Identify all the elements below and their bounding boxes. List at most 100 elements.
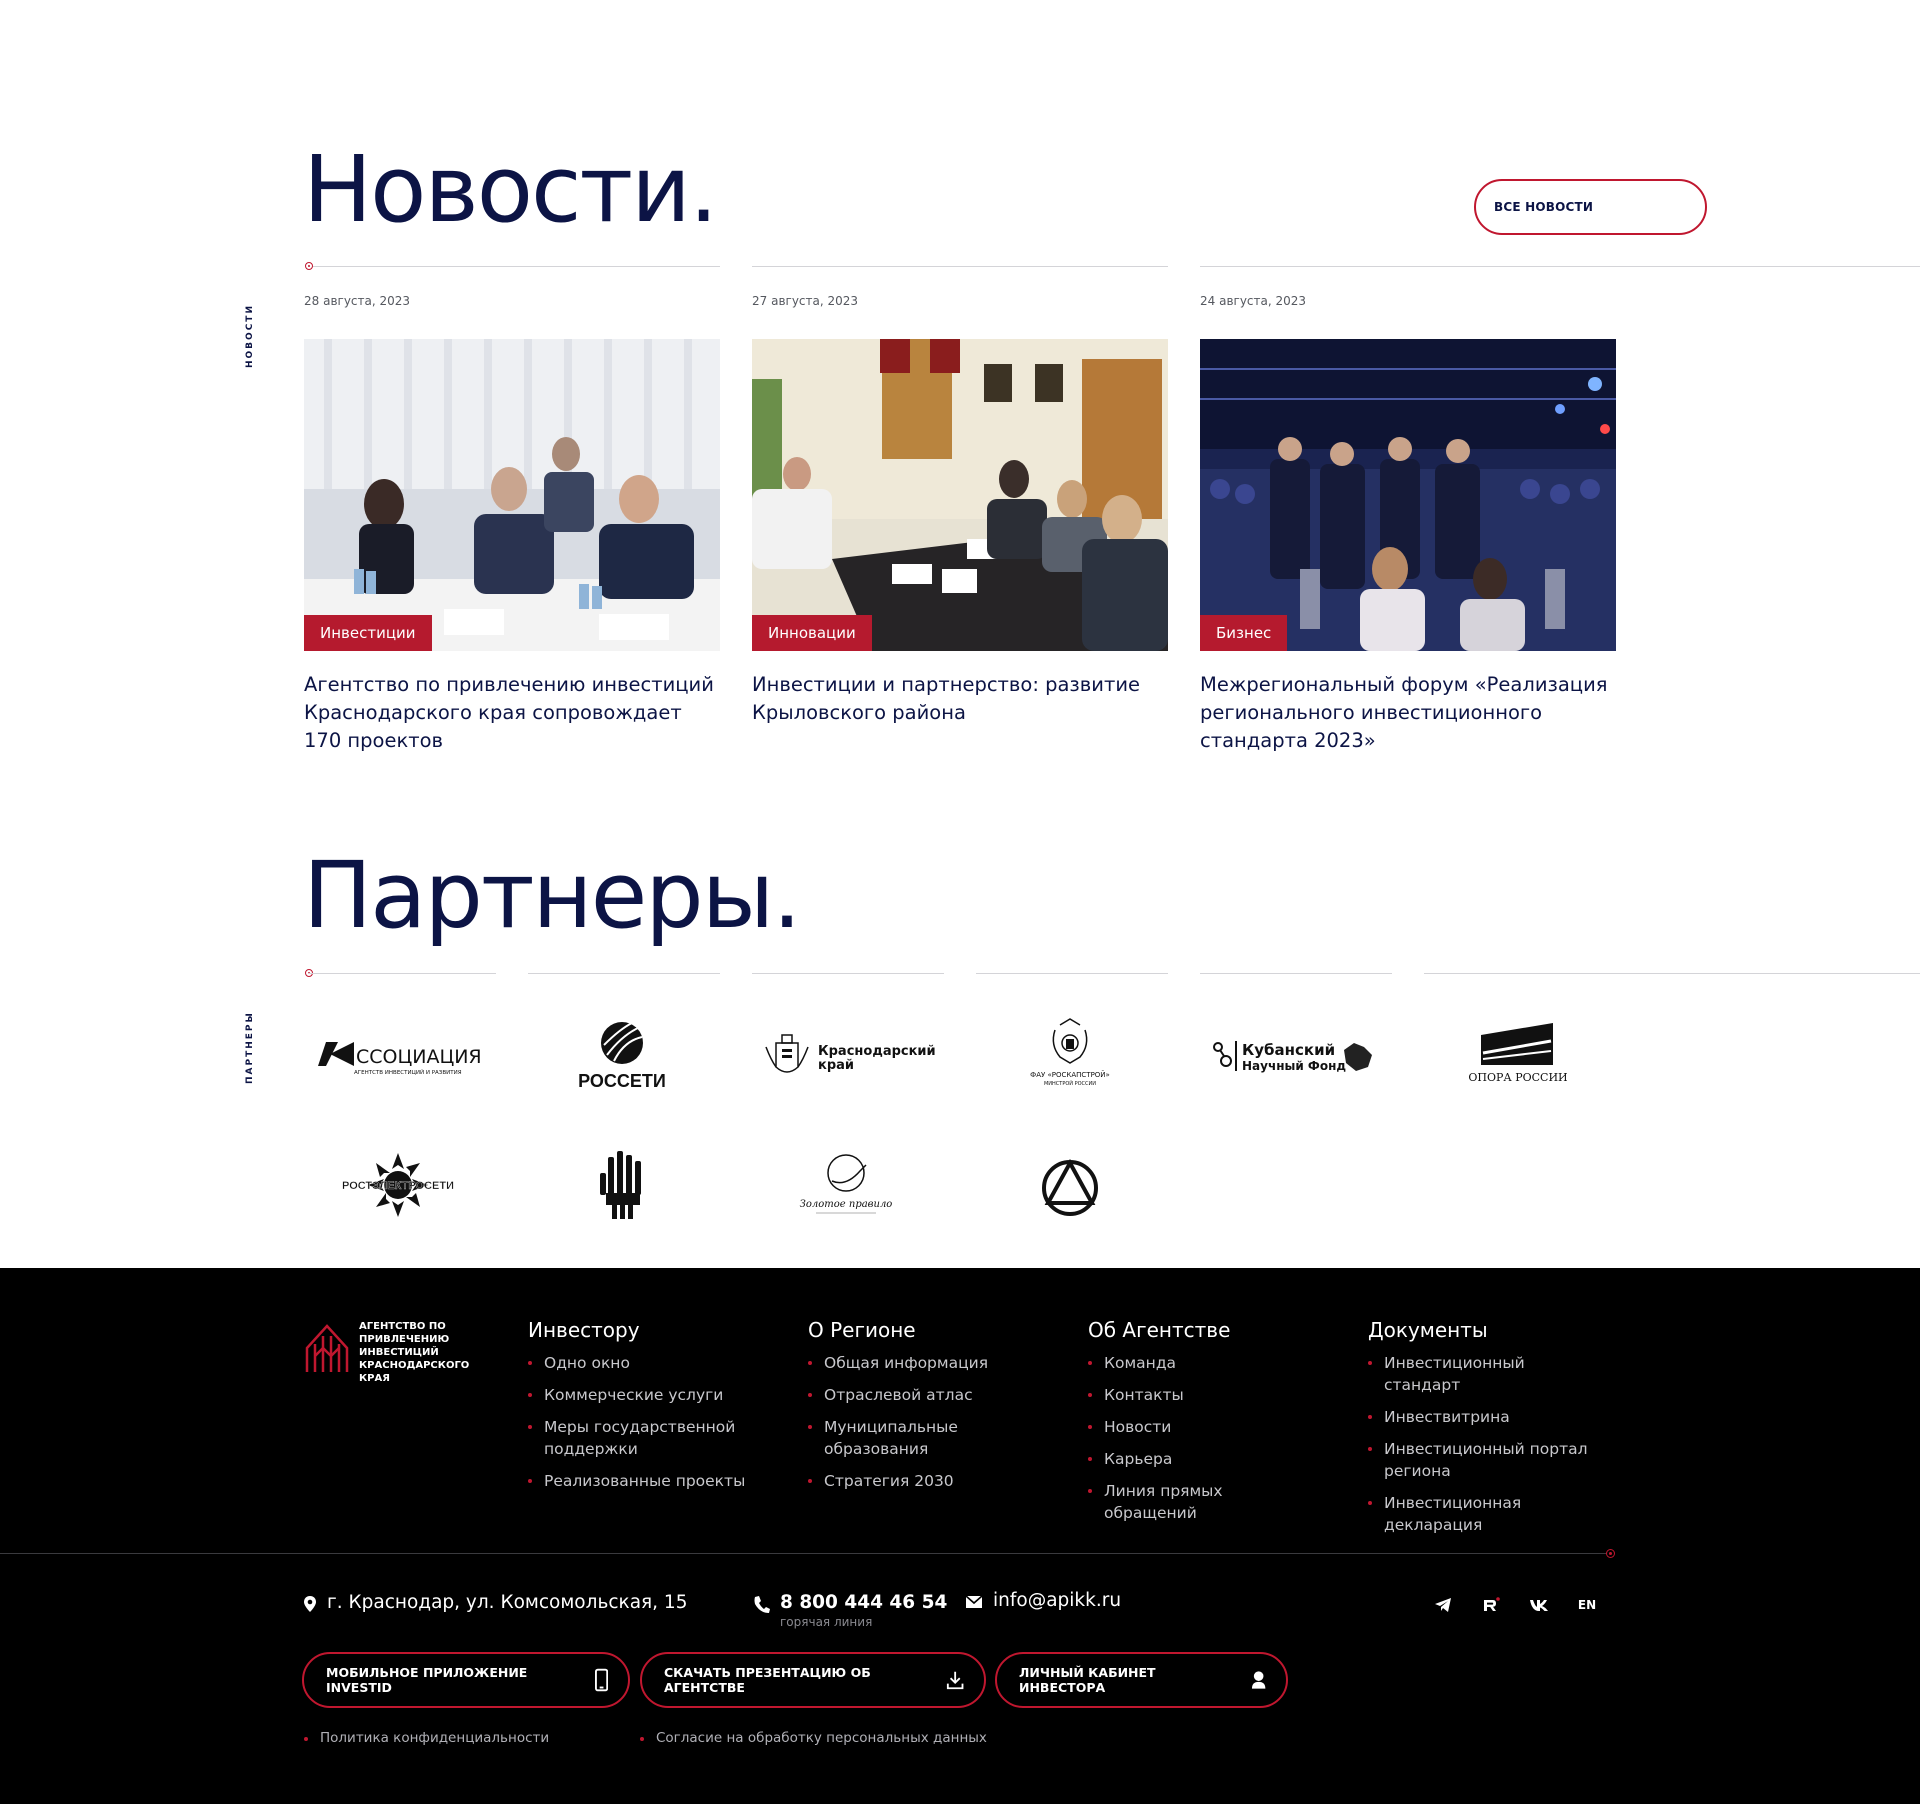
office-photo (752, 339, 1168, 651)
footer-link[interactable]: Общая информация (808, 1352, 1038, 1374)
kuban-science-fund-logo: Кубанский Научный Фонд (1213, 1041, 1372, 1073)
footer-link[interactable]: Меры государственной поддержки (528, 1416, 758, 1460)
all-news-button[interactable]: ВСЕ НОВОСТИ (1474, 179, 1707, 235)
rostelecom-seti-logo: РОСТЭЛЕКТРОСЕТИ (342, 1153, 454, 1217)
footer-link[interactable]: Команда (1088, 1352, 1318, 1374)
news-category-tag[interactable]: Бизнес (1200, 615, 1288, 651)
social-links: EN (1432, 1594, 1598, 1616)
rosseti-logo-text: РОССЕТИ (578, 1071, 666, 1091)
telegram-icon[interactable] (1432, 1594, 1454, 1616)
address-text: г. Краснодар, ул. Комсомольская, 15 (327, 1592, 688, 1613)
news-headline[interactable]: Агентство по привлечению инвестиций Крас… (304, 671, 720, 755)
partner-kuban-science-fund[interactable]: Кубанский Научный Фонд (1199, 1010, 1389, 1100)
golden-rule-logo-text: Золотое правило (800, 1199, 893, 1210)
phone-number[interactable]: 8 800 444 46 54 (780, 1592, 947, 1613)
news-card[interactable]: 27 августа, 2023 Инновации Инвестиции и … (752, 290, 1168, 727)
news-divider-1 (308, 266, 720, 267)
news-card[interactable]: 28 августа, 2023 Инвестиции Агентство по… (304, 290, 720, 755)
footer-column-title: Документы (1368, 1318, 1488, 1342)
news-headline[interactable]: Межрегиональный форум «Реализация регион… (1200, 671, 1616, 755)
news-side-label: НОВОСТИ (245, 304, 255, 368)
footer-link[interactable]: Контакты (1088, 1384, 1318, 1406)
divider-dot (305, 262, 313, 270)
investor-account-button[interactable]: ЛИЧНЫЙ КАБИНЕТ ИНВЕСТОРА (995, 1652, 1288, 1708)
partners-divider (528, 973, 720, 974)
footer-link[interactable]: Коммерческие услуги (528, 1384, 758, 1406)
fau-logo-subtext: МИНСТРОЙ РОССИИ (1044, 1080, 1096, 1087)
news-headline[interactable]: Инвестиции и партнерство: развитие Крыло… (752, 671, 1168, 727)
krasnodar-krai-logo-line1: Краснодарский (818, 1044, 936, 1059)
footer-email[interactable]: info@apikk.ru (965, 1590, 1121, 1612)
footer-address: г. Краснодар, ул. Комсомольская, 15 (303, 1592, 687, 1614)
footer-link[interactable]: Одно окно (528, 1352, 758, 1374)
krasnodar-krai-logo-line2: край (818, 1058, 854, 1073)
personal-data-consent-link[interactable]: Согласие на обработку персональных данны… (640, 1730, 987, 1746)
investor-account-button-label: ЛИЧНЫЙ КАБИНЕТ ИНВЕСТОРА (1019, 1665, 1156, 1695)
footer-link[interactable]: Реализованные проекты (528, 1470, 758, 1492)
news-divider-2 (752, 266, 1168, 267)
footer-link[interactable]: Инвестиционная декларация (1368, 1492, 1598, 1536)
language-switch[interactable]: EN (1576, 1594, 1598, 1616)
footer-link[interactable]: Инвестиционный портал региона (1368, 1438, 1598, 1482)
fau-logo-text: ФАУ «РОСКАПСТРОЙ» (1030, 1070, 1110, 1079)
footer-link[interactable]: Муниципальные образования (808, 1416, 1038, 1460)
vk-icon[interactable] (1528, 1594, 1550, 1616)
news-date: 27 августа, 2023 (752, 294, 859, 308)
news-category-tag[interactable]: Инвестиции (304, 615, 432, 651)
news-photo[interactable]: Инновации (752, 339, 1168, 651)
partner-opora-rossii[interactable]: ОПОРА РОССИИ (1423, 1010, 1613, 1100)
footer-link[interactable]: Инвествитрина (1368, 1406, 1598, 1428)
footer-column-title: Инвестору (528, 1318, 640, 1342)
footer-phone[interactable]: 8 800 444 46 54 горячая линия (752, 1592, 947, 1629)
news-photo[interactable]: Инвестиции (304, 339, 720, 651)
mobile-app-button[interactable]: МОБИЛЬНОЕ ПРИЛОЖЕНИЕ INVESTID (302, 1652, 630, 1708)
privacy-policy-link[interactable]: Политика конфиденциальности (304, 1730, 549, 1746)
meeting-photo (304, 339, 720, 651)
kuban-logo-line1: Кубанский (1242, 1041, 1335, 1059)
partner-krasnodar-krai[interactable]: Краснодарский край (751, 1010, 941, 1100)
footer-link[interactable]: Отраслевой атлас (808, 1384, 1038, 1406)
footer-link[interactable]: Стратегия 2030 (808, 1470, 1038, 1492)
footer-link[interactable]: Карьера (1088, 1448, 1318, 1470)
location-pin-icon (304, 1596, 316, 1612)
partners-divider (1424, 973, 1920, 974)
news-divider-3 (1200, 266, 1920, 267)
phone-note: горячая линия (780, 1615, 873, 1629)
fau-roskapstroy-logo: ФАУ «РОСКАПСТРОЙ» МИНСТРОЙ РОССИИ (1030, 1018, 1110, 1087)
partners-side-label: ПАРТНЕРЫ (245, 1011, 255, 1084)
footer-link[interactable]: Инвестиционный стандарт (1368, 1352, 1598, 1396)
footer-link[interactable]: Новости (1088, 1416, 1318, 1438)
rutube-icon[interactable] (1480, 1594, 1502, 1616)
download-icon (946, 1671, 964, 1690)
news-card[interactable]: 24 августа, 2023 Бизнес Межрегиональный … (1200, 290, 1616, 755)
association-logo: ССОЦИАЦИЯ АГЕНТСТВ ИНВЕСТИЦИЙ И РАЗВИТИЯ (318, 1042, 482, 1076)
news-photo[interactable]: Бизнес (1200, 339, 1616, 651)
partner-fau-roskapstroy[interactable]: ФАУ «РОСКАПСТРОЙ» МИНСТРОЙ РОССИИ (975, 1010, 1165, 1100)
divider-dot (1606, 1549, 1615, 1558)
footer-column-investor: Инвестору Одно окно Коммерческие услуги … (528, 1318, 758, 1502)
site-footer: АГЕНТСТВО ПО ПРИВЛЕЧЕНИЮ ИНВЕСТИЦИЙ КРАС… (0, 1268, 1920, 1804)
partner-rostelecom-seti[interactable]: РОСТЭЛЕКТРОСЕТИ (303, 1140, 493, 1230)
partners-title: Партнеры. (303, 842, 802, 949)
partners-divider (752, 973, 944, 974)
footer-column-title: О Регионе (808, 1318, 916, 1342)
footer-logo[interactable]: АГЕНТСТВО ПО ПРИВЛЕЧЕНИЮ ИНВЕСТИЦИЙ КРАС… (303, 1318, 499, 1385)
partner-triangle-circle[interactable] (975, 1140, 1165, 1230)
phone-icon (594, 1668, 608, 1692)
partner-association[interactable]: ССОЦИАЦИЯ АГЕНТСТВ ИНВЕСТИЦИЙ И РАЗВИТИЯ (303, 1010, 493, 1100)
footer-column-agency: Об Агентстве Команда Контакты Новости Ка… (1088, 1318, 1318, 1534)
news-category-tag[interactable]: Инновации (752, 615, 872, 651)
association-logo-subtext: АГЕНТСТВ ИНВЕСТИЦИЙ И РАЗВИТИЯ (354, 1069, 462, 1076)
partners-divider (1200, 973, 1392, 974)
footer-link[interactable]: Линия прямых обращений (1088, 1480, 1318, 1524)
partner-rosseti[interactable]: РОССЕТИ (527, 1010, 717, 1100)
download-presentation-button[interactable]: СКАЧАТЬ ПРЕЗЕНТАЦИЮ ОБ АГЕНТСТВЕ (640, 1652, 986, 1708)
news-date: 28 августа, 2023 (304, 294, 411, 308)
mail-icon (965, 1595, 983, 1608)
agency-logo-text: АГЕНТСТВО ПО ПРИВЛЕЧЕНИЮ ИНВЕСТИЦИЙ КРАС… (359, 1321, 470, 1384)
partner-sberbank[interactable] (527, 1140, 717, 1230)
krasnodar-krai-logo: Краснодарский край (765, 1034, 936, 1073)
partner-golden-rule[interactable]: Золотое правило (751, 1140, 941, 1230)
download-presentation-button-label: СКАЧАТЬ ПРЕЗЕНТАЦИЮ ОБ АГЕНТСТВЕ (664, 1665, 871, 1695)
email-link[interactable]: info@apikk.ru (993, 1590, 1121, 1611)
